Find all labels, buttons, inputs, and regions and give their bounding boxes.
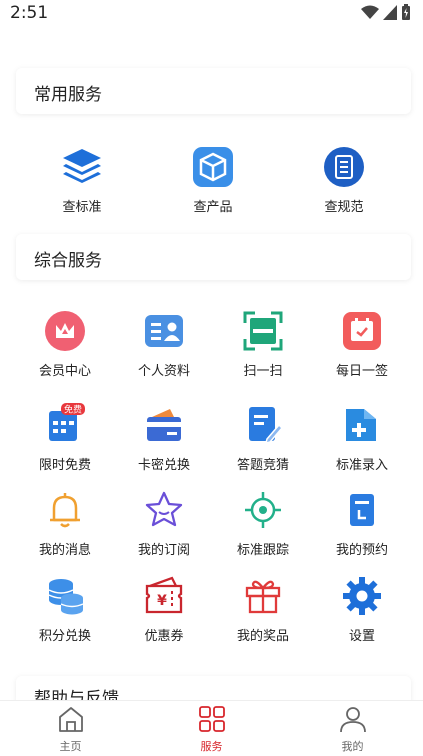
grid-label: 扫一扫 [243, 364, 283, 379]
nav-label: 服务 [200, 740, 223, 753]
quiz-icon [241, 403, 285, 447]
grid-label: 我的订阅 [137, 543, 190, 558]
nav-mine[interactable]: 我的 [282, 701, 423, 756]
box-icon [191, 145, 235, 189]
layers-icon [60, 145, 104, 189]
free-calendar-icon: 免费 [43, 403, 87, 447]
points-exchange-item[interactable]: 积分兑换 [16, 574, 114, 644]
coupon-item[interactable]: ¥ 优惠券 [115, 574, 213, 644]
crown-icon [43, 309, 87, 353]
nav-label: 我的 [341, 740, 364, 753]
bottom-nav: 主页 服务 我的 [0, 700, 423, 756]
reservation-icon [340, 488, 384, 532]
member-center-item[interactable]: 会员中心 [16, 309, 114, 379]
status-icons [361, 4, 411, 21]
common-services-title: 常用服务 [34, 85, 102, 105]
nav-services[interactable]: 服务 [141, 701, 282, 756]
grid-label: 标准跟踪 [236, 543, 289, 558]
signal-icon [383, 5, 397, 20]
document-list-icon [322, 145, 366, 189]
grid-label: 会员中心 [38, 364, 91, 379]
battery-icon [402, 4, 410, 20]
scan-icon [241, 309, 285, 353]
free-badge: 免费 [64, 404, 82, 416]
wifi-icon [361, 5, 379, 19]
profile-item[interactable]: 个人资料 [115, 309, 213, 379]
card-icon [142, 403, 186, 447]
calendar-icon [340, 309, 384, 353]
my-messages-item[interactable]: 我的消息 [16, 488, 114, 558]
general-services-header: 综合服务 [16, 234, 411, 280]
my-reservations-item[interactable]: 我的预约 [313, 488, 411, 558]
home-icon [58, 707, 83, 732]
daily-signin-item[interactable]: 每日一签 [313, 309, 411, 379]
grid-label: 每日一签 [335, 364, 388, 379]
person-icon [339, 707, 366, 733]
grid-label: 卡密兑换 [137, 458, 190, 473]
quiz-item[interactable]: 答题竞猜 [214, 403, 312, 473]
grid-label: 答题竞猜 [236, 458, 289, 473]
coins-icon [43, 574, 87, 618]
grid-label: 我的预约 [335, 543, 388, 558]
grid-label: 设置 [348, 629, 375, 644]
scan-item[interactable]: 扫一扫 [214, 309, 312, 379]
service-label: 查标准 [62, 200, 102, 215]
limited-free-item[interactable]: 免费 限时免费 [16, 403, 114, 473]
my-prizes-item[interactable]: 我的奖品 [214, 574, 312, 644]
grid-label: 优惠券 [144, 629, 184, 644]
star-icon [142, 488, 186, 532]
standard-entry-item[interactable]: 标准录入 [313, 403, 411, 473]
target-icon [241, 488, 285, 532]
bell-icon [43, 488, 87, 532]
standard-tracking-item[interactable]: 标准跟踪 [214, 488, 312, 558]
gear-icon [340, 574, 384, 618]
service-item-check-spec[interactable]: 查规范 [295, 145, 393, 215]
nav-label: 主页 [59, 740, 82, 753]
grid-icon [198, 706, 225, 732]
grid-label: 个人资料 [137, 364, 190, 379]
status-bar: 2:51 [0, 0, 423, 26]
service-label: 查规范 [324, 200, 364, 215]
general-services-title: 综合服务 [34, 251, 102, 271]
grid-label: 我的消息 [38, 543, 91, 558]
service-item-check-product[interactable]: 查产品 [164, 145, 262, 215]
status-time: 2:51 [10, 3, 49, 23]
service-label: 查产品 [193, 200, 233, 215]
settings-item[interactable]: 设置 [313, 574, 411, 644]
nav-home[interactable]: 主页 [0, 701, 141, 756]
my-subscriptions-item[interactable]: 我的订阅 [115, 488, 213, 558]
gift-icon [241, 574, 285, 618]
grid-label: 限时免费 [38, 458, 91, 473]
card-redeem-item[interactable]: 卡密兑换 [115, 403, 213, 473]
service-item-check-standard[interactable]: 查标准 [33, 145, 131, 215]
folder-add-icon [340, 403, 384, 447]
grid-label: 标准录入 [335, 458, 388, 473]
id-card-icon [142, 309, 186, 353]
coupon-icon: ¥ [142, 574, 186, 618]
svg-text:¥: ¥ [157, 593, 167, 609]
common-services-header: 常用服务 [16, 68, 411, 114]
grid-label: 我的奖品 [236, 629, 289, 644]
grid-label: 积分兑换 [38, 629, 91, 644]
